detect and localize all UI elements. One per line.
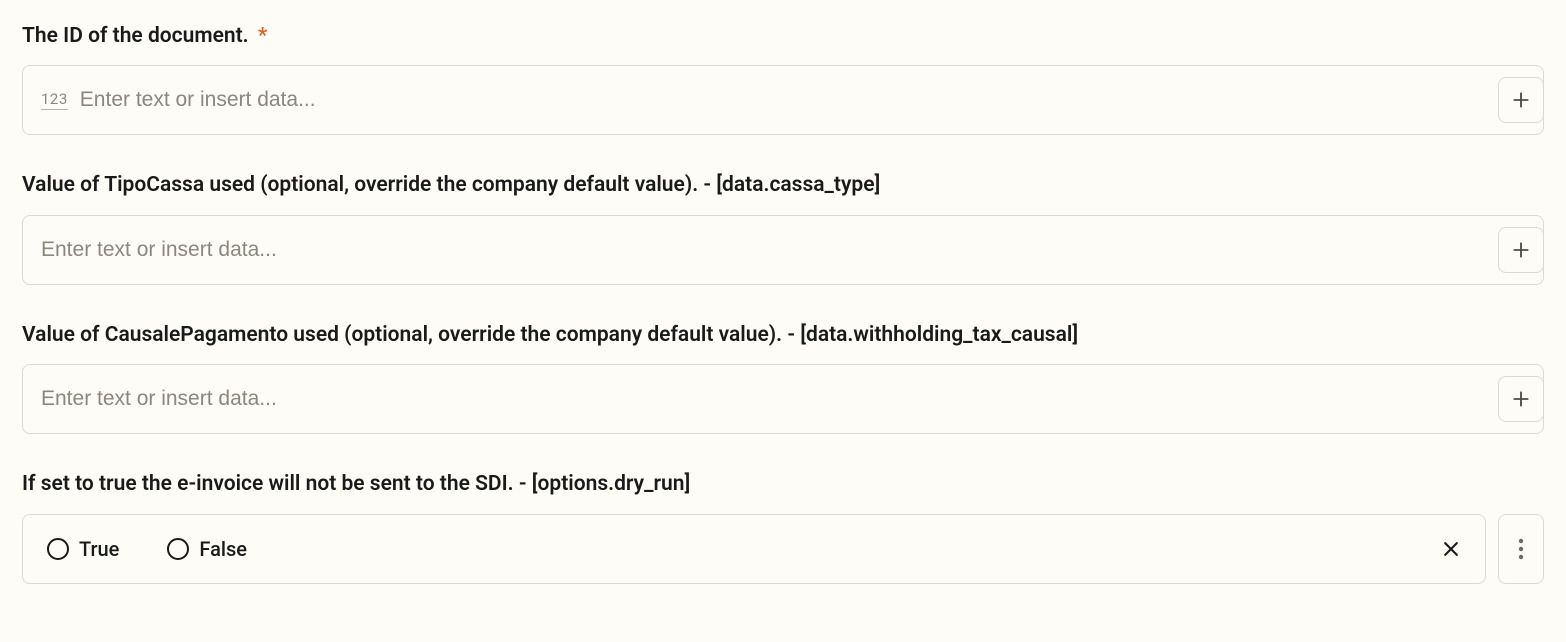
input-row-withholding-tax-causal (22, 364, 1544, 434)
insert-data-button[interactable] (1498, 376, 1544, 422)
radio-container-dry-run: True False (22, 514, 1486, 584)
input-row-cassa-type (22, 215, 1544, 285)
radio-option-false[interactable]: False (167, 537, 247, 561)
radio-circle-icon (47, 538, 69, 560)
required-asterisk: * (258, 24, 267, 48)
input-container-withholding-tax-causal[interactable] (22, 364, 1544, 434)
document-id-input[interactable] (80, 66, 1525, 134)
field-label-document-id: The ID of the document. * (22, 22, 1544, 51)
radio-circle-icon (167, 538, 189, 560)
field-group-cassa-type: Value of TipoCassa used (optional, overr… (22, 171, 1544, 284)
numeric-prefix-badge: 123 (41, 90, 68, 110)
insert-data-button[interactable] (1498, 77, 1544, 123)
plus-icon (1511, 389, 1531, 409)
cassa-type-input[interactable] (41, 216, 1525, 284)
close-icon (1441, 539, 1461, 559)
kebab-menu-icon (1518, 538, 1524, 560)
plus-icon (1511, 240, 1531, 260)
plus-icon (1511, 90, 1531, 110)
radio-option-true[interactable]: True (47, 537, 119, 561)
field-group-dry-run: If set to true the e-invoice will not be… (22, 470, 1544, 583)
field-label-cassa-type: Value of TipoCassa used (optional, overr… (22, 171, 1544, 200)
field-label-dry-run: If set to true the e-invoice will not be… (22, 470, 1544, 499)
radio-label-false: False (199, 537, 247, 561)
clear-button[interactable] (1437, 535, 1465, 563)
more-options-button[interactable] (1498, 514, 1544, 584)
field-group-withholding-tax-causal: Value of CausalePagamento used (optional… (22, 321, 1544, 434)
field-label-withholding-tax-causal: Value of CausalePagamento used (optional… (22, 321, 1544, 350)
withholding-tax-causal-input[interactable] (41, 365, 1525, 433)
radio-label-true: True (79, 537, 119, 561)
label-text: The ID of the document. (22, 24, 249, 48)
input-container-document-id[interactable]: 123 (22, 65, 1544, 135)
field-group-document-id: The ID of the document. * 123 (22, 22, 1544, 135)
input-row-document-id: 123 (22, 65, 1544, 135)
insert-data-button[interactable] (1498, 227, 1544, 273)
radio-row-dry-run: True False (22, 514, 1544, 584)
input-container-cassa-type[interactable] (22, 215, 1544, 285)
